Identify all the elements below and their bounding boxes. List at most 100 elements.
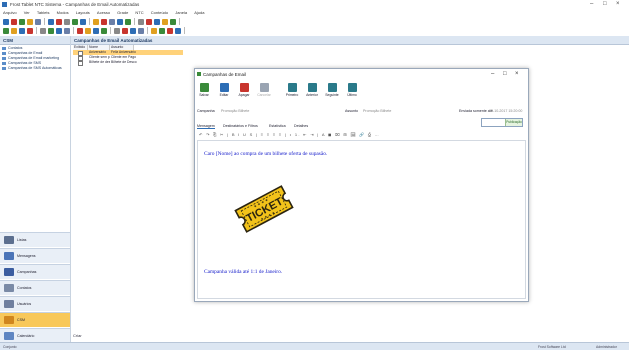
menu-item[interactable]: Janela <box>175 10 187 15</box>
toolbar-icon[interactable] <box>125 18 131 25</box>
cell-subject: Bilhete de Desco <box>111 60 137 64</box>
menu-bar: Arquivo Ver Tablets Modos Layouts Acesso… <box>0 10 629 17</box>
nav-button[interactable]: Campanhas <box>0 264 70 279</box>
dialog-maximize-button[interactable]: □ <box>503 71 507 77</box>
ribbon-button[interactable]: Anterior <box>303 81 321 97</box>
menu-item[interactable]: Tablets <box>37 10 50 15</box>
nav-icon <box>4 236 14 244</box>
campaign-field[interactable]: Promoção Bilhete <box>221 109 249 113</box>
toolbar-icon[interactable] <box>11 18 17 25</box>
toolbar-icon[interactable] <box>85 27 91 34</box>
ribbon-button[interactable]: Último <box>343 81 361 97</box>
toolbar-icon[interactable] <box>151 27 157 34</box>
menu-item[interactable]: Grade <box>117 10 128 15</box>
toolbar-icon[interactable] <box>146 18 152 25</box>
toolbar-icon[interactable] <box>56 27 62 34</box>
publish-field[interactable]: Publicação <box>481 118 523 127</box>
menu-item[interactable]: Conteúdo <box>151 10 168 15</box>
dialog-minimize-button[interactable]: – <box>491 71 494 77</box>
message-editor[interactable]: Caro [Nome] ao compra de um bilhete ofer… <box>197 140 526 299</box>
maximize-button[interactable]: □ <box>603 1 607 7</box>
table-row[interactable]: Bilhete de descoBilhete de Desco <box>73 60 183 66</box>
toolbar-separator <box>110 27 111 34</box>
toolbar-icon[interactable] <box>77 27 83 34</box>
tab-estatistica[interactable]: Estatística <box>269 124 286 128</box>
toolbar-icon[interactable] <box>19 27 25 34</box>
tree-item[interactable]: Campanhas de Email <box>2 51 42 55</box>
toolbar-icon[interactable] <box>72 18 78 25</box>
minimize-button[interactable]: – <box>590 1 593 7</box>
create-link[interactable]: Criar <box>73 333 82 338</box>
toolbar-icon[interactable] <box>35 18 41 25</box>
close-button[interactable]: × <box>616 1 620 7</box>
toolbar-icon[interactable] <box>48 18 54 25</box>
toolbar-icon[interactable] <box>56 18 62 25</box>
ribbon-button[interactable]: Cancelar <box>255 81 273 97</box>
tree-item[interactable]: Campanhas de Email marketing <box>2 56 59 60</box>
toolbar-icon[interactable] <box>27 27 33 34</box>
toolbar-icon[interactable] <box>175 27 181 34</box>
menu-item[interactable]: Ajuda <box>194 10 204 15</box>
toolbar-icon[interactable] <box>117 18 123 25</box>
nav-button[interactable]: Usuários <box>0 296 70 311</box>
editor-toolbar[interactable]: ↶ ↷ ⎘ ✂ | B I U S | ≡ ≡ ≡ ≡ | • 1. ⇤ ⇥ |… <box>199 132 524 138</box>
sent-until-field[interactable]: 15-10-2017 15:20:00 <box>489 109 522 113</box>
menu-item[interactable]: Layouts <box>76 10 90 15</box>
toolbar-icon[interactable] <box>167 27 173 34</box>
toolbar-icon[interactable] <box>170 18 176 25</box>
tree-item[interactable]: Campanhas de SMS <box>2 61 41 65</box>
menu-item[interactable]: Ver <box>24 10 30 15</box>
toolbar-icon[interactable] <box>109 18 115 25</box>
toolbar-icon[interactable] <box>11 27 17 34</box>
toolbar-icon[interactable] <box>122 27 128 34</box>
toolbar-icon[interactable] <box>159 27 165 34</box>
nav-button[interactable]: Contatos <box>0 280 70 295</box>
menu-item[interactable]: Arquivo <box>3 10 17 15</box>
toolbar-icon[interactable] <box>138 18 144 25</box>
toolbar-icon[interactable] <box>138 27 144 34</box>
ribbon-button[interactable]: Apagar <box>235 81 253 97</box>
toolbar-icon[interactable] <box>27 18 33 25</box>
toolbar-icon[interactable] <box>130 27 136 34</box>
toolbar-icon[interactable] <box>154 18 160 25</box>
ribbon-button[interactable]: Primeiro <box>283 81 301 97</box>
dialog-title: Campanhas de Email <box>203 72 247 77</box>
tab-mensagem[interactable]: Mensagem <box>197 124 215 129</box>
ribbon-label: Anterior <box>306 93 318 97</box>
toolbar-icon[interactable] <box>19 18 25 25</box>
nav-button[interactable]: CSM <box>0 312 70 327</box>
toolbar-icon[interactable] <box>101 27 107 34</box>
toolbar-icon[interactable] <box>64 18 70 25</box>
toolbar-icon[interactable] <box>64 27 70 34</box>
tab-detalhes[interactable]: Detalhes <box>294 124 308 128</box>
tree-item[interactable]: Campanhas de SMS Automáticas <box>2 66 62 70</box>
nav-button[interactable]: Calendário <box>0 328 70 343</box>
subject-field[interactable]: Promoção Bilhete <box>363 109 391 113</box>
nav-button[interactable]: Listas <box>0 232 70 247</box>
publish-button[interactable]: Publicação <box>505 119 522 126</box>
toolbar-separator <box>134 18 135 25</box>
toolbar-icon[interactable] <box>93 27 99 34</box>
nav-button[interactable]: Mensagens <box>0 248 70 263</box>
toolbar-icon[interactable] <box>80 18 86 25</box>
toolbar-icon[interactable] <box>40 27 46 34</box>
toolbar-icon[interactable] <box>3 27 9 34</box>
toolbar-icon[interactable] <box>93 18 99 25</box>
ribbon-button[interactable]: Salvar <box>195 81 213 97</box>
toolbar-separator <box>36 27 37 34</box>
menu-item[interactable]: Acesso <box>97 10 110 15</box>
ribbon-button[interactable]: Seguinte <box>323 81 341 97</box>
tree-item[interactable]: Contatos <box>2 46 22 50</box>
menu-item[interactable]: Modos <box>57 10 69 15</box>
toolbar-icon[interactable] <box>3 18 9 25</box>
row-checkbox[interactable] <box>78 60 83 66</box>
toolbar-icon[interactable] <box>114 27 120 34</box>
toolbar-icon[interactable] <box>101 18 107 25</box>
menu-item[interactable]: NTC <box>135 10 143 15</box>
toolbar-icon[interactable] <box>48 27 54 34</box>
ribbon-button[interactable]: Editar <box>215 81 233 97</box>
toolbar-icon[interactable] <box>162 18 168 25</box>
dialog-close-button[interactable]: × <box>515 71 519 77</box>
tab-destinatarios[interactable]: Destinatários e Filtros <box>223 124 258 128</box>
list-header: Campanhas de Email Automatizadas <box>71 36 629 45</box>
